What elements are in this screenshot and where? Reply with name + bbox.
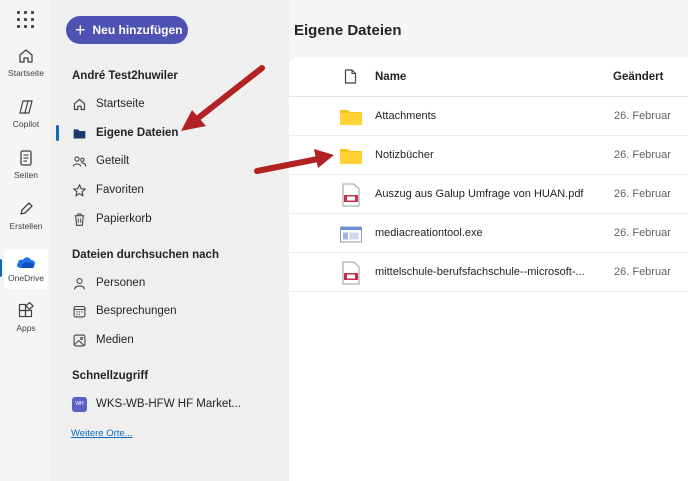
nav-item-label: Papierkorb	[96, 213, 152, 225]
file-type-icon[interactable]	[344, 69, 357, 84]
onedrive-icon	[17, 257, 35, 268]
add-new-button[interactable]: + Neu hinzufügen	[66, 16, 188, 44]
file-row[interactable]: Notizbücher 26. Februar	[289, 136, 688, 175]
pages-icon	[20, 150, 32, 166]
pdf-file-icon	[342, 183, 360, 207]
more-places-link[interactable]: Weitere Orte...	[71, 428, 133, 439]
nav-item-label: Eigene Dateien	[96, 127, 179, 139]
page-title: Eigene Dateien	[294, 22, 402, 39]
app-launcher-icon[interactable]	[17, 11, 35, 29]
copilot-icon	[19, 100, 33, 114]
quick-access-item[interactable]: WH WKS-WB-HFW HF Market...	[66, 391, 276, 417]
folder-icon	[73, 128, 86, 138]
quick-access-heading: Schnellzugriff	[72, 370, 149, 382]
create-icon	[20, 202, 33, 215]
home-icon	[73, 98, 86, 110]
plus-icon: +	[75, 20, 86, 40]
nav-item-my-files[interactable]: Eigene Dateien	[56, 120, 276, 146]
pdf-file-icon	[342, 261, 360, 285]
file-modified: 26. Februar	[614, 149, 671, 161]
file-row[interactable]: mittelschule-berufsfachschule--microsoft…	[289, 253, 688, 292]
nav-item-label: Medien	[96, 334, 134, 346]
rail-label: Apps	[16, 323, 36, 333]
file-name[interactable]: mittelschule-berufsfachschule--microsoft…	[375, 266, 593, 278]
file-row[interactable]: Auszug aus Galup Umfrage von HUAN.pdf 26…	[289, 175, 688, 214]
rail-label: Erstellen	[9, 221, 43, 231]
site-badge: WH	[72, 396, 87, 412]
user-section-heading: André Test2huwiler	[72, 70, 178, 82]
file-name[interactable]: Notizbücher	[375, 149, 593, 161]
nav-item-home[interactable]: Startseite	[66, 91, 276, 117]
nav-item-meetings[interactable]: Besprechungen	[66, 298, 276, 324]
file-name[interactable]: Auszug aus Galup Umfrage von HUAN.pdf	[375, 188, 593, 200]
app-rail: Startseite Copilot Seiten Erstellen OneD…	[0, 0, 52, 481]
navigation-pane: + Neu hinzufügen André Test2huwiler Star…	[52, 0, 289, 481]
file-name[interactable]: Attachments	[375, 110, 593, 122]
image-icon	[73, 334, 86, 346]
rail-item-create[interactable]: Erstellen	[0, 200, 52, 231]
nav-item-label: Startseite	[96, 98, 145, 110]
file-modified: 26. Februar	[614, 266, 671, 278]
calendar-icon	[73, 305, 86, 317]
exe-file-icon	[340, 226, 362, 243]
nav-item-recycle-bin[interactable]: Papierkorb	[66, 206, 276, 232]
file-modified: 26. Februar	[614, 110, 671, 122]
folder-icon	[340, 149, 362, 164]
nav-item-people[interactable]: Personen	[66, 270, 276, 296]
person-icon	[73, 277, 86, 290]
nav-item-favorites[interactable]: Favoriten	[66, 177, 276, 203]
apps-icon	[18, 302, 34, 318]
rail-label: Startseite	[8, 68, 44, 78]
browse-section-heading: Dateien durchsuchen nach	[72, 249, 219, 261]
file-row[interactable]: Attachments 26. Februar	[289, 97, 688, 136]
nav-item-label: Personen	[96, 277, 146, 289]
rail-item-home[interactable]: Startseite	[0, 47, 52, 78]
file-name[interactable]: mediacreationtool.exe	[375, 227, 593, 239]
folder-icon	[340, 110, 362, 125]
file-modified: 26. Februar	[614, 227, 671, 239]
home-icon	[19, 49, 33, 63]
rail-item-onedrive[interactable]: OneDrive	[0, 249, 48, 289]
rail-label: Seiten	[13, 170, 39, 180]
rail-label: Copilot	[12, 119, 40, 129]
nav-item-label: Favoriten	[96, 184, 144, 196]
trash-icon	[74, 213, 85, 226]
nav-item-shared[interactable]: Geteilt	[66, 148, 276, 174]
people-icon	[72, 155, 87, 167]
file-list: Name Geändert Attachments 26. Februar No…	[289, 57, 688, 481]
column-header-modified[interactable]: Geändert	[613, 71, 664, 83]
nav-item-media[interactable]: Medien	[66, 327, 276, 353]
quick-access-label: WKS-WB-HFW HF Market...	[96, 398, 242, 410]
file-list-header: Name Geändert	[289, 57, 688, 97]
star-icon	[73, 183, 86, 196]
column-header-name[interactable]: Name	[375, 71, 406, 83]
rail-item-copilot[interactable]: Copilot	[0, 98, 52, 129]
rail-label: OneDrive	[8, 273, 44, 283]
nav-item-label: Geteilt	[96, 155, 130, 167]
rail-item-pages[interactable]: Seiten	[0, 149, 52, 180]
file-row[interactable]: mediacreationtool.exe 26. Februar	[289, 214, 688, 253]
add-new-label: Neu hinzufügen	[92, 23, 183, 37]
nav-item-label: Besprechungen	[96, 305, 177, 317]
file-modified: 26. Februar	[614, 188, 671, 200]
rail-item-apps[interactable]: Apps	[0, 302, 52, 333]
